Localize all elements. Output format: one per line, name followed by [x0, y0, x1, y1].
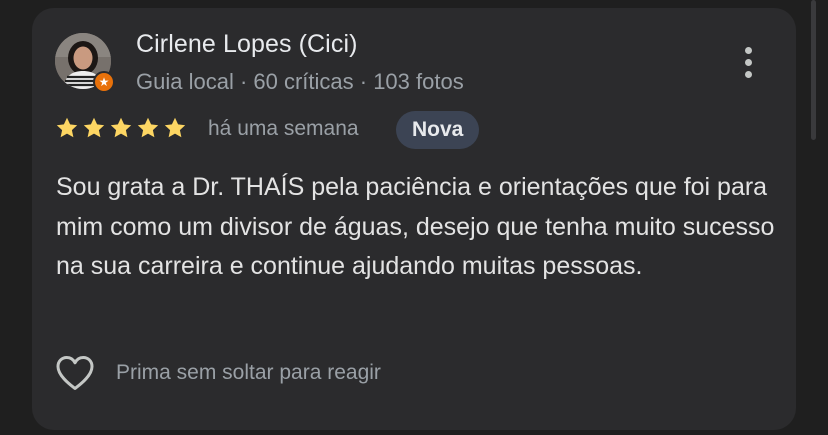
local-guide-badge-icon: ★ [93, 71, 115, 93]
star-icon [55, 116, 79, 140]
star-rating [55, 116, 187, 140]
react-button[interactable]: Prima sem soltar para reagir [54, 354, 381, 392]
page: ★ Cirlene Lopes (Cici) Guia local · 60 c… [0, 0, 828, 435]
review-text: Sou grata a Dr. THAÍS pela paciência e o… [56, 173, 775, 280]
more-vert-icon-dot [744, 70, 752, 78]
heart-outline-icon[interactable] [54, 354, 96, 392]
more-vert-icon [744, 46, 752, 54]
scrollbar[interactable] [811, 0, 816, 140]
more-options-button[interactable] [734, 42, 762, 82]
react-prompt: Prima sem soltar para reagir [116, 361, 381, 384]
star-icon [109, 116, 133, 140]
author-meta[interactable]: Guia local · 60 críticas · 103 fotos [136, 69, 464, 95]
star-icon [163, 116, 187, 140]
review-time: há uma semana [208, 117, 359, 140]
star-icon [136, 116, 160, 140]
new-badge: Nova [396, 111, 480, 149]
author-avatar-container[interactable]: ★ [55, 33, 115, 93]
author-name[interactable]: Cirlene Lopes (Cici) [136, 30, 358, 59]
more-vert-icon-dot [744, 58, 752, 66]
star-icon [82, 116, 106, 140]
